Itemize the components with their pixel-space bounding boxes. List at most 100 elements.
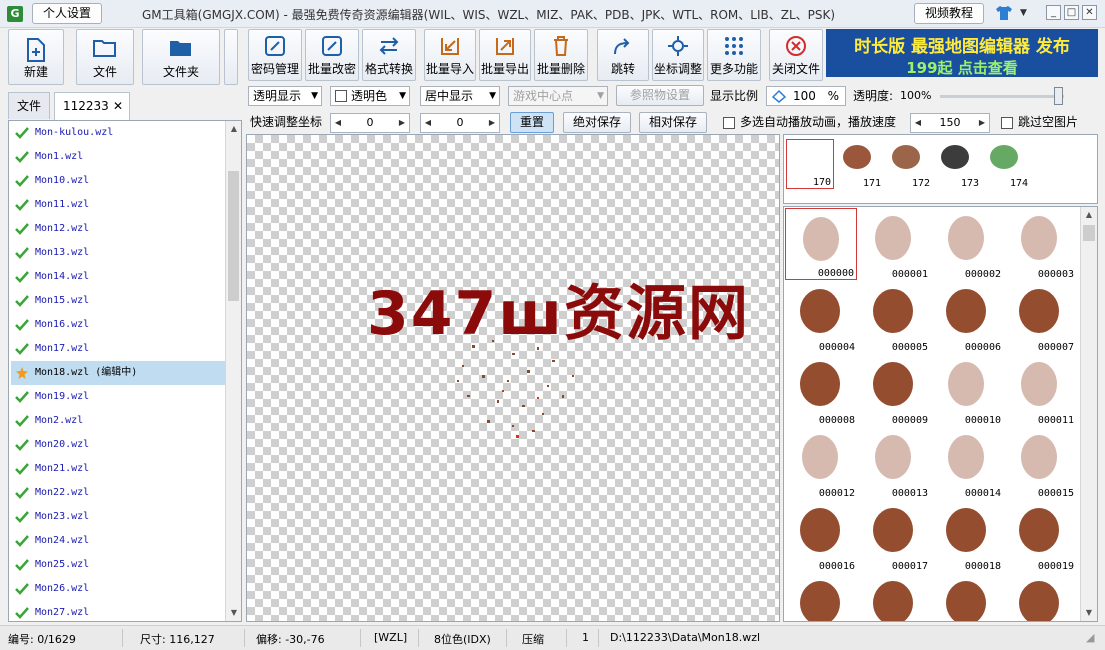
toolbar-scroll-handle[interactable] [224, 29, 238, 85]
frame-cell[interactable]: 000008 [785, 354, 857, 426]
more-functions-button[interactable]: 更多功能 [707, 29, 761, 81]
list-item[interactable]: Mon24.wzl [11, 529, 225, 553]
batch-import-button[interactable]: 批量导入 [424, 29, 476, 81]
frame-cell[interactable]: 000013 [858, 427, 930, 499]
transparent-color-checkbox[interactable] [335, 90, 347, 102]
frame-cell[interactable]: 000011 [1004, 354, 1076, 426]
frame-cell[interactable]: 000000 [785, 208, 857, 280]
frame-cell[interactable]: 000009 [858, 354, 930, 426]
folder-button[interactable]: 文件夹 [142, 29, 220, 85]
scroll-up-icon[interactable]: ▲ [226, 121, 241, 137]
resize-grip-icon[interactable]: ◢ [1086, 631, 1094, 644]
frame-cell[interactable]: 000017 [858, 500, 930, 572]
list-item[interactable]: Mon14.wzl [11, 265, 225, 289]
list-item[interactable]: Mon26.wzl [11, 577, 225, 601]
list-item[interactable]: Mon22.wzl [11, 481, 225, 505]
list-item[interactable]: Mon10.wzl [11, 169, 225, 193]
coord-x-stepper[interactable]: ◀ 0 ▶ [330, 113, 410, 133]
display-mode-select[interactable]: 透明显示 ▼ [248, 86, 322, 106]
strip-thumbnail[interactable]: 171 [835, 139, 883, 189]
arrow-left-icon[interactable]: ◀ [331, 114, 345, 132]
opacity-slider-thumb[interactable] [1054, 87, 1063, 105]
frame-cell[interactable]: 000005 [858, 281, 930, 353]
frame-cell[interactable]: 000010 [931, 354, 1003, 426]
promo-banner[interactable]: 时长版 最强地图编辑器 发布 199起 点击查看 [826, 29, 1098, 77]
arrow-left-icon[interactable]: ◀ [421, 114, 435, 132]
list-item[interactable]: Mon1.wzl [11, 145, 225, 169]
preview-canvas[interactable]: 347ш资源网 [246, 134, 780, 622]
strip-thumbnail[interactable]: 174 [982, 139, 1030, 189]
minimize-button[interactable]: _ [1046, 5, 1061, 20]
strip-thumbnail[interactable]: 172 [884, 139, 932, 189]
list-item[interactable]: Mon19.wzl [11, 385, 225, 409]
batch-export-button[interactable]: 批量导出 [479, 29, 531, 81]
autoplay-checkbox[interactable] [723, 117, 735, 129]
list-item[interactable]: Mon20.wzl [11, 433, 225, 457]
list-item[interactable]: Mon11.wzl [11, 193, 225, 217]
personal-settings-button[interactable]: 个人设置 [32, 3, 102, 24]
skin-dropdown-icon[interactable]: ▼ [1020, 8, 1027, 18]
list-item[interactable]: Mon23.wzl [11, 505, 225, 529]
frame-grid-scroll-thumb[interactable] [1083, 225, 1095, 241]
transparent-color-select[interactable]: 透明色 ▼ [330, 86, 410, 106]
arrow-right-icon[interactable]: ▶ [395, 114, 409, 132]
reference-setting-button[interactable]: 参照物设置 [616, 85, 704, 106]
file-button[interactable]: 文件 [76, 29, 134, 85]
scroll-down-icon[interactable]: ▼ [226, 605, 241, 621]
frame-cell[interactable] [1004, 573, 1076, 621]
frame-cell[interactable]: 000001 [858, 208, 930, 280]
list-item[interactable]: Mon21.wzl [11, 457, 225, 481]
reset-button[interactable]: 重置 [510, 112, 554, 133]
format-convert-button[interactable]: 格式转换 [362, 29, 416, 81]
align-select[interactable]: 居中显示 ▼ [420, 86, 500, 106]
list-item[interactable]: Mon2.wzl [11, 409, 225, 433]
frame-cell[interactable]: 000014 [931, 427, 1003, 499]
frame-cell[interactable] [931, 573, 1003, 621]
opacity-slider-track[interactable] [940, 95, 1064, 98]
batch-password-button[interactable]: 批量改密 [305, 29, 359, 81]
batch-delete-button[interactable]: 批量删除 [534, 29, 588, 81]
list-item[interactable]: Mon18.wzl (编辑中) [11, 361, 225, 385]
frame-cell[interactable]: 000019 [1004, 500, 1076, 572]
frame-grid-scrollbar[interactable]: ▲ ▼ [1080, 207, 1097, 621]
tab-112233[interactable]: 112233 ✕ [54, 92, 130, 120]
scroll-up-icon[interactable]: ▲ [1081, 207, 1097, 223]
coord-adjust-button[interactable]: 坐标调整 [652, 29, 704, 81]
frame-cell[interactable]: 000016 [785, 500, 857, 572]
arrow-right-icon[interactable]: ▶ [485, 114, 499, 132]
arrow-left-icon[interactable]: ◀ [911, 114, 925, 132]
speed-stepper[interactable]: ◀ 150 ▶ [910, 113, 990, 133]
frame-cell[interactable] [785, 573, 857, 621]
scale-input[interactable]: 100 % [766, 86, 846, 106]
list-item[interactable]: Mon16.wzl [11, 313, 225, 337]
frame-cell[interactable]: 000004 [785, 281, 857, 353]
strip-thumbnail[interactable]: 170 [786, 139, 834, 189]
coord-y-stepper[interactable]: ◀ 0 ▶ [420, 113, 500, 133]
frame-cell[interactable]: 000018 [931, 500, 1003, 572]
skin-shirt-icon[interactable] [995, 5, 1013, 21]
list-item[interactable]: Mon25.wzl [11, 553, 225, 577]
frame-cell[interactable]: 000002 [931, 208, 1003, 280]
jump-button[interactable]: 跳转 [597, 29, 649, 81]
video-tutorial-button[interactable]: 视频教程 [914, 3, 984, 24]
frame-cell[interactable]: 000007 [1004, 281, 1076, 353]
arrow-right-icon[interactable]: ▶ [975, 114, 989, 132]
absolute-save-button[interactable]: 绝对保存 [563, 112, 631, 133]
game-center-select[interactable]: 游戏中心点 ▼ [508, 86, 608, 106]
tab-file[interactable]: 文件 [8, 92, 50, 119]
list-item[interactable]: Mon13.wzl [11, 241, 225, 265]
close-window-button[interactable]: ✕ [1082, 5, 1097, 20]
frame-cell[interactable]: 000015 [1004, 427, 1076, 499]
file-list-scrollbar[interactable]: ▲ ▼ [225, 121, 241, 621]
list-item[interactable]: Mon27.wzl [11, 601, 225, 621]
frame-cell[interactable] [858, 573, 930, 621]
frame-cell[interactable]: 000003 [1004, 208, 1076, 280]
tab-close-icon[interactable]: ✕ [113, 93, 123, 119]
list-item[interactable]: Mon12.wzl [11, 217, 225, 241]
list-item[interactable]: Mon-kulou.wzl [11, 121, 225, 145]
list-item[interactable]: Mon15.wzl [11, 289, 225, 313]
file-list-scroll-thumb[interactable] [228, 171, 239, 301]
list-item[interactable]: Mon17.wzl [11, 337, 225, 361]
close-file-button[interactable]: 关闭文件 [769, 29, 823, 81]
frame-cell[interactable]: 000006 [931, 281, 1003, 353]
